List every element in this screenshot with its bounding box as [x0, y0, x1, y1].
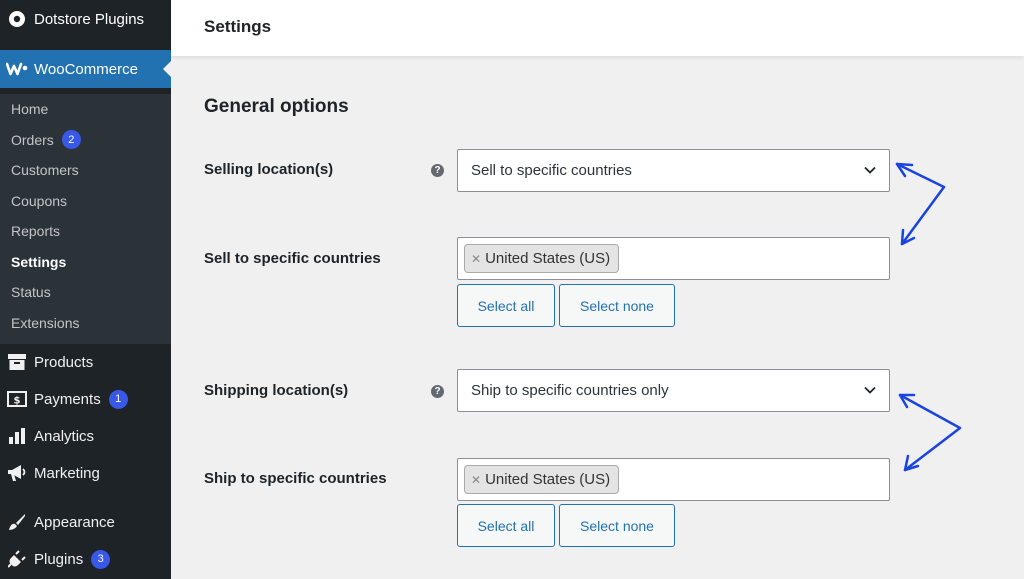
submenu-extensions[interactable]: Extensions [0, 308, 171, 339]
ship-countries-label: Ship to specific countries [204, 470, 387, 487]
menu-label: Appearance [34, 513, 115, 531]
orders-count-badge: 2 [61, 130, 81, 150]
submenu-customers[interactable]: Customers [0, 155, 171, 186]
menu-marketing[interactable]: Marketing [0, 455, 171, 491]
page-header: Settings [171, 0, 1024, 56]
menu-label: WooCommerce [34, 60, 138, 78]
country-chip: ✕ United States (US) [464, 465, 620, 494]
submenu-label: Reports [11, 223, 61, 240]
menu-label: Plugins [34, 550, 84, 568]
menu-label: Analytics [34, 427, 95, 445]
help-icon[interactable]: ? [431, 385, 444, 398]
plugins-count-badge: 3 [91, 549, 111, 569]
shipping-location-label: Shipping location(s) [204, 382, 349, 399]
submenu-orders[interactable]: Orders 2 [0, 125, 171, 156]
shipping-location-select[interactable]: Ship to specific countries only [457, 369, 890, 412]
country-chip: ✕ United States (US) [464, 244, 620, 273]
submenu-label: Orders [11, 131, 54, 148]
brush-icon [0, 513, 34, 531]
payments-count-badge: 1 [108, 389, 128, 409]
submenu-label: Settings [11, 253, 67, 270]
menu-payments[interactable]: $ Payments 1 [0, 381, 171, 417]
dotstore-icon [0, 10, 34, 28]
shipping-annotation-arrow [898, 393, 962, 472]
submenu-label: Status [11, 284, 51, 301]
sell-countries-field[interactable]: ✕ United States (US) [457, 237, 890, 280]
payments-icon: $ [0, 391, 34, 407]
menu-label: Payments [34, 390, 101, 408]
selling-annotation-arrow [895, 162, 946, 246]
menu-label: Products [34, 353, 94, 371]
select-all-button[interactable]: Select all [457, 504, 555, 547]
submenu-status[interactable]: Status [0, 277, 171, 308]
chip-label: United States (US) [485, 250, 611, 267]
remove-chip-icon[interactable]: ✕ [471, 473, 481, 487]
page-title: Settings [204, 17, 272, 36]
menu-dotstore-plugins[interactable]: Dotstore Plugins [0, 0, 171, 38]
menu-woocommerce[interactable]: WooCommerce [0, 50, 171, 88]
select-none-button[interactable]: Select none [559, 504, 675, 547]
submenu-coupons[interactable]: Coupons [0, 186, 171, 217]
menu-label: Dotstore Plugins [34, 10, 145, 28]
chevron-down-icon [863, 163, 877, 181]
admin-sidebar: Dotstore Plugins WooCommerce Home Orders… [0, 0, 171, 579]
submenu-label: Extensions [11, 314, 80, 331]
select-none-button[interactable]: Select none [559, 284, 675, 327]
woocommerce-submenu: Home Orders 2 Customers Coupons Reports S… [0, 94, 171, 344]
sell-countries-label: Sell to specific countries [204, 250, 381, 267]
selling-location-select[interactable]: Sell to specific countries [457, 149, 890, 192]
menu-appearance[interactable]: Appearance [0, 504, 171, 540]
selling-location-label: Selling location(s) [204, 161, 334, 178]
chevron-down-icon [863, 383, 877, 401]
bar-chart-icon [0, 428, 34, 444]
woocommerce-icon [0, 62, 34, 76]
select-value: Ship to specific countries only [471, 382, 669, 399]
submenu-label: Customers [11, 162, 79, 179]
section-title: General options [204, 96, 349, 117]
submenu-settings[interactable]: Settings [0, 247, 171, 278]
menu-products[interactable]: Products [0, 344, 171, 380]
help-icon[interactable]: ? [431, 164, 444, 177]
remove-chip-icon[interactable]: ✕ [471, 252, 481, 266]
plug-icon [0, 550, 34, 568]
chip-label: United States (US) [485, 471, 611, 488]
megaphone-icon [0, 464, 34, 482]
svg-text:$: $ [14, 396, 21, 407]
submenu-label: Home [11, 101, 49, 118]
submenu-home[interactable]: Home [0, 94, 171, 125]
menu-label: Marketing [34, 464, 100, 482]
submenu-label: Coupons [11, 192, 68, 209]
ship-countries-field[interactable]: ✕ United States (US) [457, 458, 890, 501]
menu-analytics[interactable]: Analytics [0, 418, 171, 454]
menu-plugins[interactable]: Plugins 3 [0, 541, 171, 577]
select-all-button[interactable]: Select all [457, 284, 555, 327]
submenu-reports[interactable]: Reports [0, 216, 171, 247]
archive-icon [0, 354, 34, 370]
select-value: Sell to specific countries [471, 162, 632, 179]
